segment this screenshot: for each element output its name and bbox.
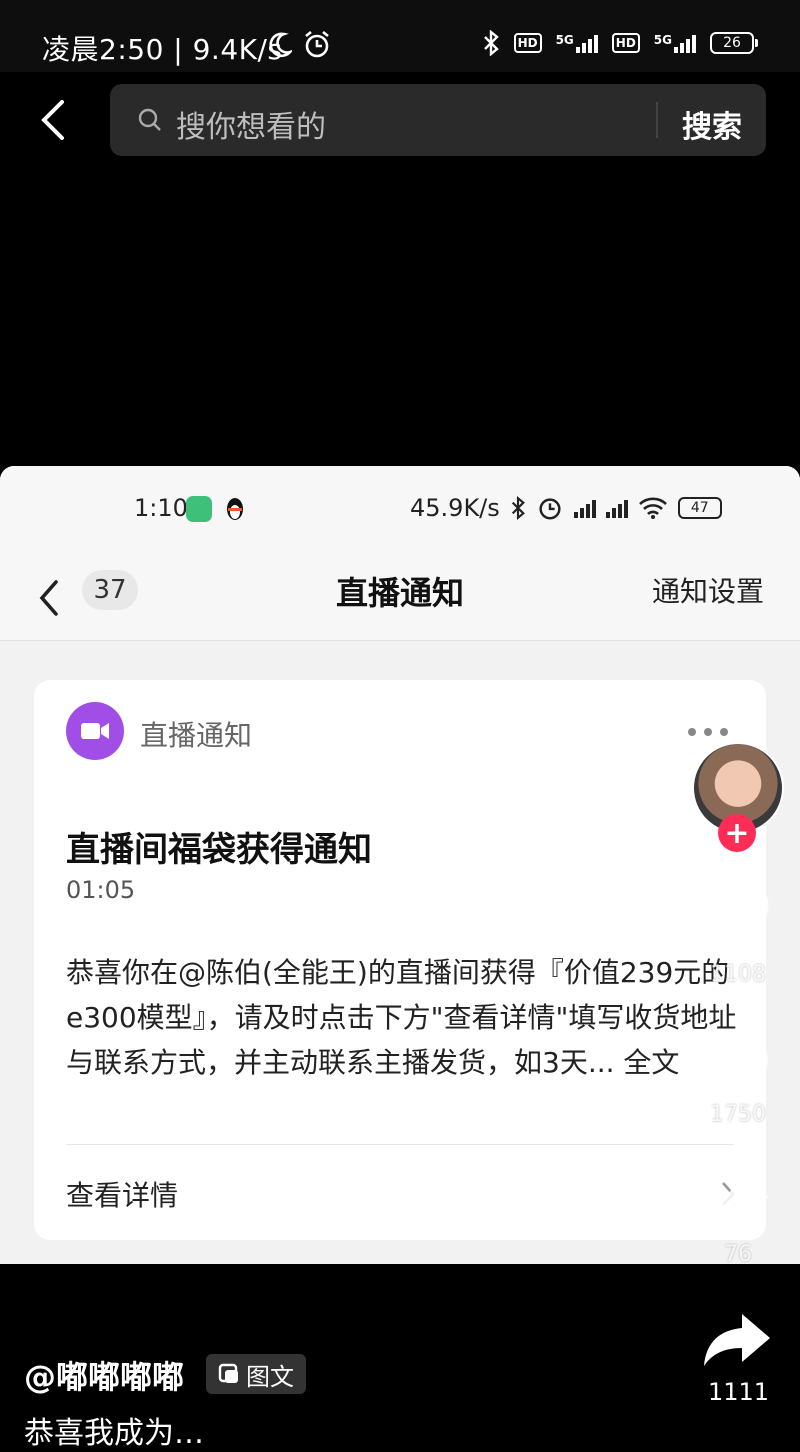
search-bar[interactable]: 搜你想看的 搜索	[110, 84, 766, 156]
follow-button[interactable]: +	[718, 814, 756, 852]
embedded-screenshot: 1:10 45.9K/s 47 37 直播通知 通知设置 直播通知 直播间福袋获…	[0, 466, 800, 1264]
live-camera-icon	[66, 702, 124, 760]
penguin-icon	[224, 496, 246, 522]
notification-time: 01:05	[66, 876, 136, 904]
notification-settings-link: 通知设置	[651, 575, 764, 608]
back-button[interactable]	[34, 96, 74, 144]
search-divider	[656, 102, 658, 138]
search-input[interactable]: 搜你想看的	[176, 102, 326, 146]
status-time: 凌晨2:50 | 9.4K/s	[42, 33, 283, 66]
notification-title: 直播间福袋获得通知	[66, 830, 372, 870]
signal-2: 5G	[654, 33, 696, 53]
view-details-link: 查看详情	[66, 1179, 179, 1212]
alarm-icon	[539, 498, 561, 520]
share-count: 1111	[708, 1378, 770, 1406]
search-icon	[138, 108, 161, 131]
favorite-button[interactable]	[704, 1172, 772, 1240]
comment-count: 1750	[710, 1102, 766, 1127]
battery-icon: 47	[677, 497, 722, 519]
embedded-time: 1:10	[134, 494, 188, 522]
hd-badge: HD	[513, 33, 542, 53]
signal-bars-icon	[605, 498, 628, 518]
search-button[interactable]: 搜索	[682, 102, 742, 146]
post-type-badge: 图文	[206, 1354, 306, 1394]
hd-badge: HD	[611, 33, 640, 53]
moon-icon	[268, 32, 295, 62]
embedded-status-right: 45.9K/s 47	[410, 494, 722, 522]
bluetooth-icon	[483, 30, 499, 56]
post-type-label: 图文	[246, 1362, 294, 1391]
embedded-speed: 45.9K/s	[410, 494, 500, 522]
more-icon	[688, 728, 728, 736]
notification-source: 直播通知	[140, 719, 253, 752]
favorite-count: 76	[724, 1242, 752, 1267]
app-shield-icon	[186, 496, 212, 522]
card-divider	[66, 1144, 734, 1145]
comment-icon	[708, 1034, 768, 1090]
like-button[interactable]	[704, 888, 772, 954]
post-caption[interactable]: 恭喜我成为…	[24, 1408, 204, 1452]
battery-icon: 26	[710, 32, 758, 54]
comment-button[interactable]	[704, 1030, 772, 1098]
share-arrow-icon	[704, 1314, 770, 1366]
alarm-icon	[302, 30, 332, 64]
status-bar: 凌晨2:50 | 9.4K/s HD 5G HD 5G 26	[0, 0, 800, 72]
chevron-left-icon	[41, 100, 64, 140]
image-text-icon	[218, 1363, 238, 1383]
embedded-status-bar: 1:10 45.9K/s 47	[0, 466, 800, 556]
notification-body: 恭喜你在@陈伯(全能王)的直播间获得『价值239元的e300模型』，请及时点击下…	[66, 956, 737, 1079]
like-count: 1108	[710, 962, 766, 987]
wifi-icon	[638, 497, 667, 519]
notification-card: 直播通知 直播间福袋获得通知 01:05 恭喜你在@陈伯(全能王)的直播间获得『…	[34, 680, 766, 1240]
signal-bars-icon	[575, 33, 598, 53]
bluetooth-icon	[511, 496, 525, 520]
share-button[interactable]	[702, 1312, 772, 1372]
heart-icon	[707, 888, 769, 946]
embedded-nav-bar: 37 直播通知 通知设置	[0, 556, 800, 641]
author-name[interactable]: @嘟嘟嘟嘟	[24, 1352, 184, 1398]
status-right: HD 5G HD 5G 26	[482, 30, 758, 56]
signal-bars-icon	[573, 498, 596, 518]
star-icon	[707, 1174, 769, 1233]
signal-1: 5G	[556, 33, 598, 53]
signal-bars-icon	[674, 33, 696, 53]
